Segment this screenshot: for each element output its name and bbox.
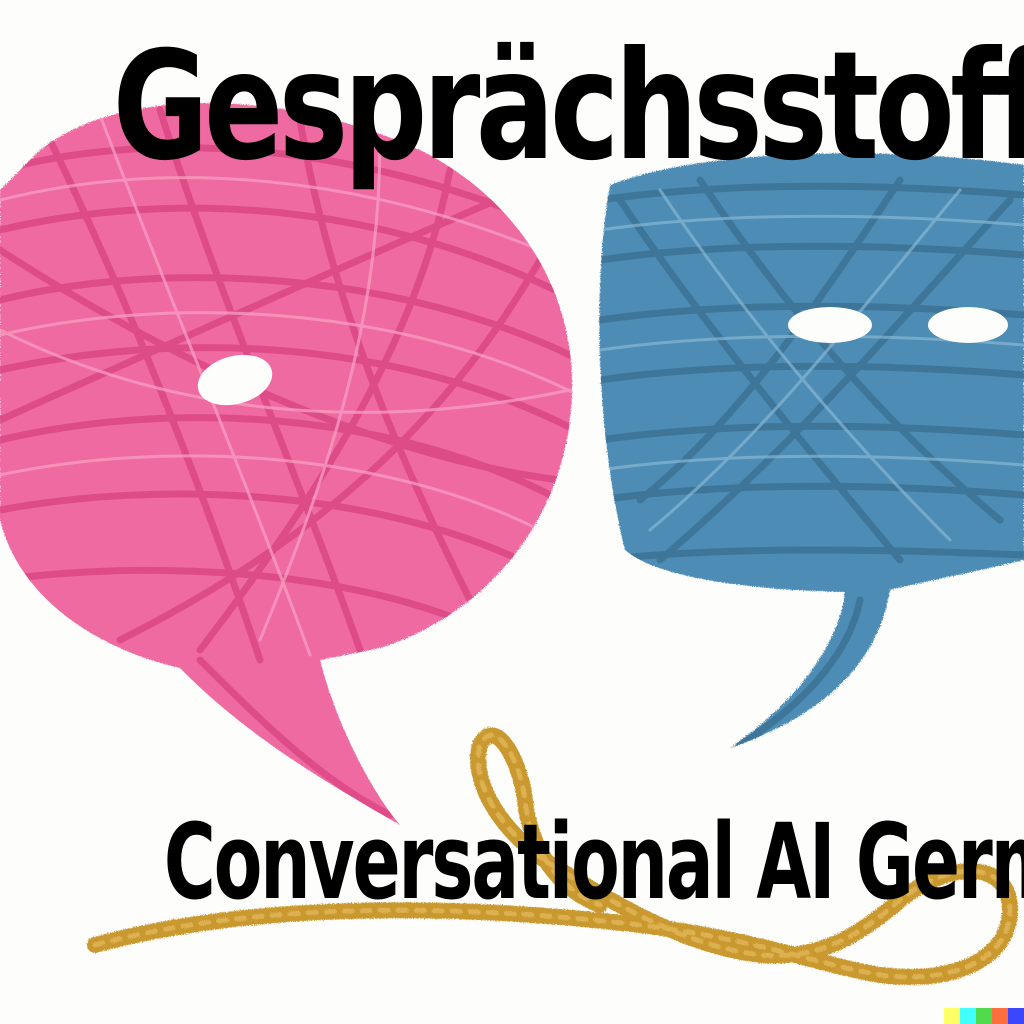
pink-yarn-bubble (0, 102, 573, 825)
signature-swatch-5 (1008, 1008, 1024, 1024)
blue-bubble-gap-right (928, 307, 1008, 343)
poster-canvas: Gesprächsstoff! Conversational AI German… (0, 0, 1024, 1024)
blue-yarn-bubble (599, 153, 1024, 749)
signature-swatch-2 (960, 1008, 976, 1024)
headline-subtitle: Conversational AI Germany (163, 801, 1024, 923)
signature-swatch-3 (976, 1008, 992, 1024)
headline-title: Gesprächsstoff! (112, 20, 1024, 194)
blue-bubble-gap-left (788, 307, 872, 343)
signature-swatch-4 (992, 1008, 1008, 1024)
color-signature-strip (944, 1008, 1024, 1024)
signature-swatch-1 (944, 1008, 960, 1024)
